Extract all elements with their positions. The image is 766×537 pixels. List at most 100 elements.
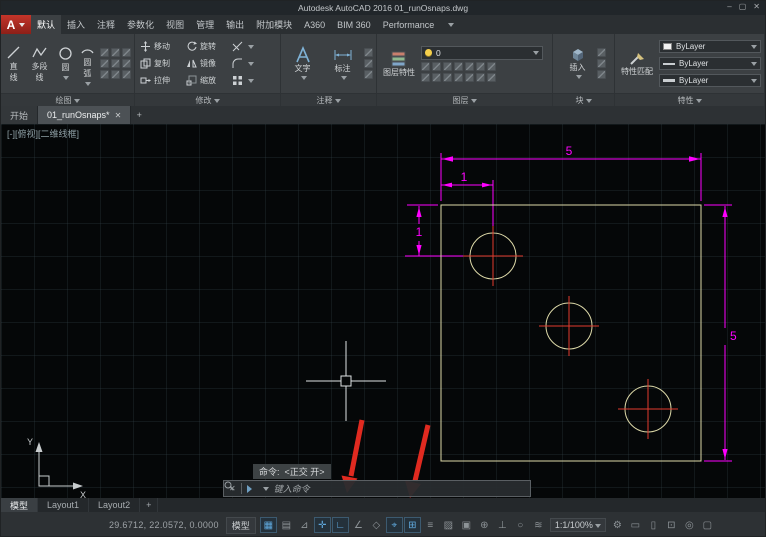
chevron-down-icon[interactable]: [263, 487, 269, 494]
polyline-tool[interactable]: 多段线: [26, 44, 53, 84]
layer-mini-icon[interactable]: [421, 62, 430, 71]
model-space-button[interactable]: 模型: [226, 517, 256, 534]
rectangle-tool-icon[interactable]: [100, 48, 109, 57]
fillet-tool[interactable]: [230, 58, 264, 69]
file-tab-drawing[interactable]: 01_runOsnaps* ✕: [38, 106, 131, 124]
grid-icon[interactable]: ▦: [260, 517, 277, 533]
draw-mini-icon[interactable]: [100, 59, 109, 68]
command-input[interactable]: 键入命令: [274, 482, 310, 495]
drawing-canvas[interactable]: [-][俯视][二维线框]: [1, 124, 765, 498]
workspace-gear-icon[interactable]: ⚙: [609, 517, 626, 533]
ribbon-tab-manage[interactable]: 管理: [190, 15, 220, 34]
close-tab-icon[interactable]: ✕: [115, 111, 122, 120]
mirror-tool[interactable]: 镜像: [184, 58, 230, 69]
draw-mini-icon[interactable]: [122, 59, 131, 68]
ribbon-tab-output[interactable]: 输出: [220, 15, 250, 34]
match-properties-tool[interactable]: 特性匹配: [618, 50, 656, 78]
layer-properties-tool[interactable]: 图层特性: [380, 49, 418, 79]
layer-mini-icon[interactable]: [476, 62, 485, 71]
osnap-3d-icon[interactable]: ⊕: [476, 517, 493, 533]
linetype-dropdown[interactable]: ByLayer: [659, 57, 761, 70]
rotate-tool[interactable]: 旋转: [184, 41, 230, 52]
ribbon-tab-a360[interactable]: A360: [298, 15, 331, 34]
panel-label-layers[interactable]: 图层: [377, 93, 552, 106]
copy-tool[interactable]: 复制: [138, 58, 184, 69]
layer-mini-icon[interactable]: [421, 73, 430, 82]
ribbon-tab-bim360[interactable]: BIM 360: [331, 15, 377, 34]
annotation-visibility-icon[interactable]: ○: [512, 517, 529, 533]
block-mini-icon[interactable]: [597, 48, 606, 57]
osnap-tracking-icon[interactable]: ⌖: [386, 517, 403, 533]
layer-mini-icon[interactable]: [443, 62, 452, 71]
layer-mini-icon[interactable]: [454, 73, 463, 82]
annotation-monitor-icon[interactable]: ▭: [627, 517, 644, 533]
line-tool[interactable]: 直线: [4, 44, 23, 84]
quick-properties-icon[interactable]: ▯: [645, 517, 662, 533]
new-drawing-button[interactable]: +: [131, 106, 147, 124]
ortho-mode-icon[interactable]: ∟: [332, 517, 349, 533]
array-tool[interactable]: [230, 75, 264, 86]
ribbon-tab-annotate[interactable]: 注释: [91, 15, 121, 34]
layout-tab-layout1[interactable]: Layout1: [38, 498, 89, 512]
layout-tab-model[interactable]: 模型: [1, 498, 38, 512]
file-tab-start[interactable]: 开始: [1, 106, 38, 124]
layer-mini-icon[interactable]: [443, 73, 452, 82]
panel-label-annotate[interactable]: 注释: [281, 93, 376, 106]
layer-mini-icon[interactable]: [465, 62, 474, 71]
ribbon-tab-insert[interactable]: 插入: [61, 15, 91, 34]
layer-on-bulb-icon[interactable]: [425, 49, 432, 56]
dynamic-ucs-icon[interactable]: ⊥: [494, 517, 511, 533]
draw-mini-icon[interactable]: [100, 70, 109, 79]
transparency-icon[interactable]: ▨: [440, 517, 457, 533]
layout-tab-layout2[interactable]: Layout2: [89, 498, 140, 512]
selection-cycling-icon[interactable]: ▣: [458, 517, 475, 533]
object-color-dropdown[interactable]: ByLayer: [659, 40, 761, 53]
block-mini-icon[interactable]: [597, 59, 606, 68]
panel-label-properties[interactable]: 特性: [615, 93, 764, 106]
layer-mini-icon[interactable]: [454, 62, 463, 71]
ellipse-tool-icon[interactable]: [111, 48, 120, 57]
panel-label-block[interactable]: 块: [553, 93, 614, 106]
block-mini-icon[interactable]: [597, 70, 606, 79]
stretch-tool[interactable]: 拉伸: [138, 75, 184, 86]
plate-rectangle[interactable]: [441, 205, 701, 461]
ribbon-tab-addins[interactable]: 附加模块: [250, 15, 298, 34]
circle-tool[interactable]: 圆: [56, 45, 75, 82]
layer-mini-icon[interactable]: [476, 73, 485, 82]
leader-tool-icon[interactable]: [364, 48, 373, 57]
new-layout-button[interactable]: +: [140, 498, 158, 512]
panel-label-draw[interactable]: 绘图: [1, 93, 134, 106]
layer-mini-icon[interactable]: [432, 62, 441, 71]
draw-mini-icon[interactable]: [111, 70, 120, 79]
draw-mini-icon[interactable]: [111, 59, 120, 68]
layer-mini-icon[interactable]: [487, 62, 496, 71]
layer-dropdown[interactable]: 0: [421, 46, 543, 60]
insert-block-tool[interactable]: 插入: [562, 46, 594, 82]
ribbon-tab-parametric[interactable]: 参数化: [121, 15, 160, 34]
maximize-button[interactable]: ▢: [739, 2, 747, 11]
scale-tool[interactable]: 缩放: [184, 75, 230, 86]
autoscale-icon[interactable]: ≋: [530, 517, 547, 533]
panel-label-modify[interactable]: 修改: [135, 93, 280, 106]
trim-tool[interactable]: [230, 41, 264, 52]
arc-tool[interactable]: 圆弧: [78, 40, 97, 88]
hatch-tool-icon[interactable]: [122, 48, 131, 57]
ribbon-tab-performance[interactable]: Performance: [377, 15, 441, 34]
infer-constraints-icon[interactable]: ⊿: [296, 517, 313, 533]
text-tool[interactable]: 文字: [284, 45, 321, 83]
table-tool-icon[interactable]: [364, 59, 373, 68]
close-button[interactable]: ✕: [753, 2, 760, 11]
lineweight-dropdown[interactable]: ByLayer: [659, 74, 761, 87]
layer-mini-icon[interactable]: [432, 73, 441, 82]
lock-ui-icon[interactable]: ⊡: [663, 517, 680, 533]
lineweight-icon[interactable]: ≡: [422, 517, 439, 533]
search-icon[interactable]: [224, 481, 234, 491]
layer-mini-icon[interactable]: [465, 73, 474, 82]
dimension-tool[interactable]: 标注: [324, 45, 361, 83]
snap-mode-icon[interactable]: ▤: [278, 517, 295, 533]
move-tool[interactable]: 移动: [138, 41, 184, 52]
isolate-objects-icon[interactable]: ◎: [681, 517, 698, 533]
minimize-button[interactable]: –: [727, 2, 731, 11]
annotation-scale-button[interactable]: 1:1/100%: [550, 518, 606, 532]
command-bar[interactable]: ✕ 键入命令: [223, 480, 531, 497]
